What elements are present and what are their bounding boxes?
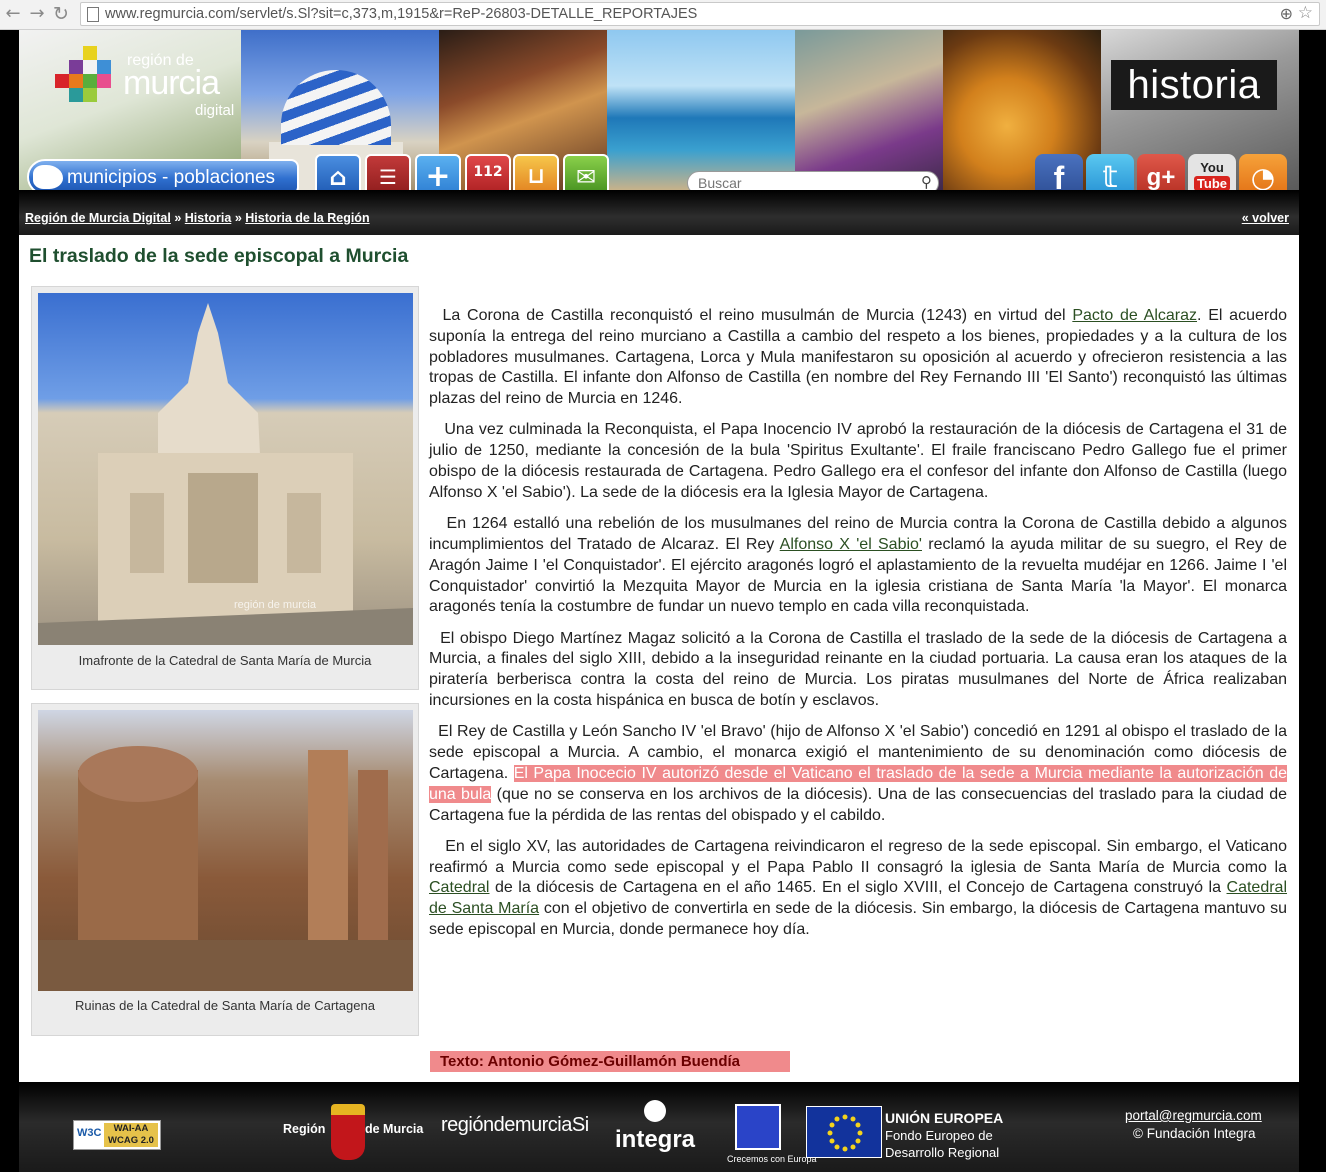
author-credit: Texto: Antonio Gómez-Guillamón Buendía [430,1051,790,1072]
eu-line2: Desarrollo Regional [885,1145,1000,1160]
eu-flag-icon [806,1106,882,1158]
wcag-label: WAI-AA WCAG 2.0 [104,1123,158,1147]
figure-cathedral-murcia: región de murcia Imafronte de la Catedra… [31,286,419,690]
region-murcia-digital-logo[interactable]: región de murcia digital [55,46,235,126]
breadcrumb-link-historia[interactable]: Historia [185,211,232,225]
figure-caption: Ruinas de la Catedral de Santa María de … [75,998,375,1013]
breadcrumb: Región de Murcia Digital » Historia » Hi… [25,211,370,225]
banner-photo-roman [795,30,945,190]
w3c-wcag-badge[interactable]: W3C WAI-AA WCAG 2.0 [73,1120,161,1150]
figure-caption: Imafronte de la Catedral de Santa María … [78,653,372,668]
site-page: región de murcia digital historia munici… [19,30,1299,1172]
region-map-icon [33,165,63,189]
link-pacto-alcaraz[interactable]: Pacto de Alcaraz [1072,307,1197,324]
forward-arrow-icon[interactable]: → [26,3,48,25]
integra-logo-circle [644,1100,666,1122]
logo-text-digital: digital [195,102,235,119]
contact-email-link[interactable]: portal@regmurcia.com [1125,1108,1262,1123]
eu-line1: Fondo Europeo de [885,1128,993,1143]
integra-logo[interactable]: integra [615,1126,695,1154]
w3c-label: W3C [77,1127,102,1139]
section-title-badge: historia [1111,60,1277,110]
breadcrumb-link-home[interactable]: Región de Murcia Digital [25,211,171,225]
figure-ruins-cartagena: Ruinas de la Catedral de Santa María de … [31,703,419,1036]
ruins-cartagena-image [38,710,413,991]
paragraph: Una vez culminada la Reconquista, el Pap… [429,421,1287,501]
link-alfonso-x[interactable]: Alfonso X 'el Sabio' [780,536,922,553]
zoom-icon[interactable]: ⊕ [1280,4,1293,23]
paragraph: El Rey de Castilla y León Sancho IV 'el … [429,723,1288,824]
reload-icon[interactable]: ↻ [50,3,72,25]
back-link[interactable]: « volver [1242,211,1289,225]
breadcrumb-separator: » [234,211,242,225]
page-icon [87,7,99,22]
region-murcia-right-text: de Murcia [365,1122,424,1136]
bookmark-star-icon[interactable]: ☆ [1298,3,1313,23]
breadcrumb-bar: Región de Murcia Digital » Historia » Hi… [19,190,1299,235]
search-icon[interactable]: ⚲ [921,173,932,191]
eu-title: UNIÓN EUROPEA [885,1110,1004,1126]
breadcrumb-link-historia-region[interactable]: Historia de la Región [245,211,369,225]
copyright-text: © Fundación Integra [1133,1126,1256,1141]
back-arrow-icon[interactable]: ← [2,3,24,25]
cathedral-murcia-image: región de murcia [38,293,413,645]
breadcrumb-separator: » [174,211,182,225]
paragraph: La Corona de Castilla reconquistó el rei… [429,307,1287,408]
paragraph: El obispo Diego Martínez Magaz solicitó … [429,629,1288,710]
address-bar[interactable]: www.regmurcia.com/servlet/s.Sl?sit=c,373… [80,2,1320,26]
municipios-label: municipios - poblaciones [67,167,276,188]
link-catedral[interactable]: Catedral [429,879,489,896]
footer: W3C WAI-AA WCAG 2.0 Región de Murcia regi… [19,1082,1299,1172]
browser-toolbar: ← → ↻ www.regmurcia.com/servlet/s.Sl?sit… [0,0,1326,30]
page-title: El traslado de la sede episcopal a Murci… [29,245,409,267]
regiondemurciasi-logo[interactable]: regióndemurciaSi [441,1114,589,1137]
logo-text-murcia: murcia [123,64,220,102]
crecemos-text: Crecemos con Europa [727,1154,817,1164]
url-text[interactable]: www.regmurcia.com/servlet/s.Sl?sit=c,373… [105,6,697,22]
emergency-number: 112 [473,164,503,180]
paragraph: En 1264 estalló una rebelión de los musu… [429,515,1287,616]
murcia-shield-icon[interactable] [331,1104,365,1160]
logo-cross-icon [55,46,115,110]
watermark-text: región de murcia [234,599,316,611]
paragraph: En el siglo XV, las autoridades de Carta… [429,837,1288,939]
article-body: La Corona de Castilla reconquistó el rei… [429,306,1288,951]
banner-photo-coast [607,30,797,190]
crecemos-europa-logo[interactable] [735,1104,781,1150]
region-murcia-left-text: Región [283,1122,326,1136]
